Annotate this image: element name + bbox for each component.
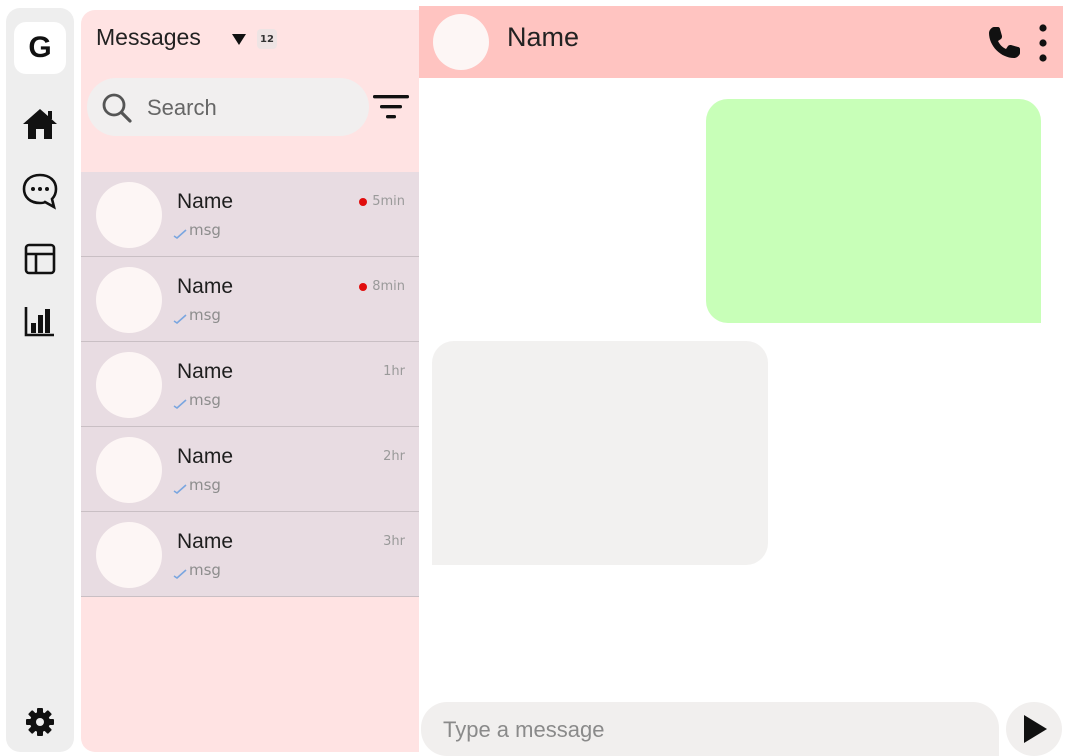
chat-header: Name — [419, 6, 1063, 78]
timestamp-row: 5min — [359, 194, 405, 209]
check-icon — [173, 569, 187, 579]
timestamp-row: 1hr — [383, 364, 405, 379]
messages-panel: Messages 12 Name msg 5min — [81, 10, 419, 752]
conversation-item[interactable]: Name msg 2hr — [81, 427, 419, 512]
timestamp-row: 2hr — [383, 449, 405, 464]
message-preview-row: msg — [173, 221, 221, 239]
timestamp: 8min — [372, 279, 405, 294]
avatar — [96, 267, 162, 333]
message-preview-row: msg — [173, 561, 221, 579]
check-icon — [173, 314, 187, 324]
app-logo[interactable]: G — [14, 22, 66, 74]
layout-nav-button[interactable] — [20, 239, 60, 279]
unread-dot — [359, 282, 368, 291]
conversation-item[interactable]: Name msg 8min — [81, 257, 419, 342]
search-icon — [102, 93, 132, 123]
timestamp-row: 8min — [359, 279, 405, 294]
contact-name: Name — [177, 445, 234, 468]
contact-name: Name — [177, 360, 234, 383]
app-sidebar: G — [6, 8, 74, 752]
contact-name: Name — [177, 275, 234, 298]
message-preview: msg — [189, 391, 221, 409]
gear-icon — [26, 708, 54, 736]
timestamp-row: 3hr — [383, 534, 405, 549]
analytics-nav-button[interactable] — [20, 301, 60, 341]
conversation-item[interactable]: Name msg 3hr — [81, 512, 419, 597]
avatar — [96, 522, 162, 588]
timestamp: 2hr — [383, 449, 405, 464]
timestamp: 5min — [372, 194, 405, 209]
settings-button[interactable] — [20, 702, 60, 742]
send-icon — [1024, 715, 1047, 743]
contact-name: Name — [177, 190, 234, 213]
message-count-badge: 12 — [257, 29, 277, 49]
contact-avatar[interactable] — [433, 14, 489, 70]
bar-chart-icon — [24, 307, 54, 337]
avatar — [96, 437, 162, 503]
filter-icon[interactable] — [373, 92, 409, 122]
message-preview: msg — [189, 221, 221, 239]
messages-nav-button[interactable] — [20, 171, 60, 211]
avatar — [96, 352, 162, 418]
check-icon — [173, 484, 187, 494]
conversation-item[interactable]: Name msg 5min — [81, 172, 419, 257]
message-preview-row: msg — [173, 476, 221, 494]
search-input[interactable] — [145, 92, 364, 124]
message-preview: msg — [189, 476, 221, 494]
layout-icon — [24, 243, 56, 275]
unread-dot — [359, 197, 368, 206]
chat-contact-name: Name — [507, 22, 580, 52]
send-button[interactable] — [1006, 702, 1062, 756]
chat-bubble-icon — [22, 173, 58, 210]
message-composer — [421, 702, 999, 756]
search-bar — [87, 78, 369, 136]
message-preview-row: msg — [173, 306, 221, 324]
check-icon — [173, 229, 187, 239]
chevron-down-icon[interactable] — [231, 32, 247, 46]
timestamp: 1hr — [383, 364, 405, 379]
timestamp: 3hr — [383, 534, 405, 549]
outgoing-message-bubble — [706, 99, 1041, 323]
messages-title: Messages — [96, 24, 201, 50]
conversation-item[interactable]: Name msg 1hr — [81, 342, 419, 427]
conversation-list: Name msg 5min Name msg 8min Name msg 1hr… — [81, 172, 419, 597]
check-icon — [173, 399, 187, 409]
home-icon — [23, 109, 57, 139]
message-preview: msg — [189, 306, 221, 324]
home-nav-button[interactable] — [20, 104, 60, 144]
message-preview: msg — [189, 561, 221, 579]
phone-icon[interactable] — [985, 24, 1023, 62]
avatar — [96, 182, 162, 248]
message-preview-row: msg — [173, 391, 221, 409]
incoming-message-bubble — [432, 341, 768, 565]
message-input[interactable] — [441, 713, 985, 747]
contact-name: Name — [177, 530, 234, 553]
more-vertical-icon[interactable] — [1033, 22, 1053, 64]
